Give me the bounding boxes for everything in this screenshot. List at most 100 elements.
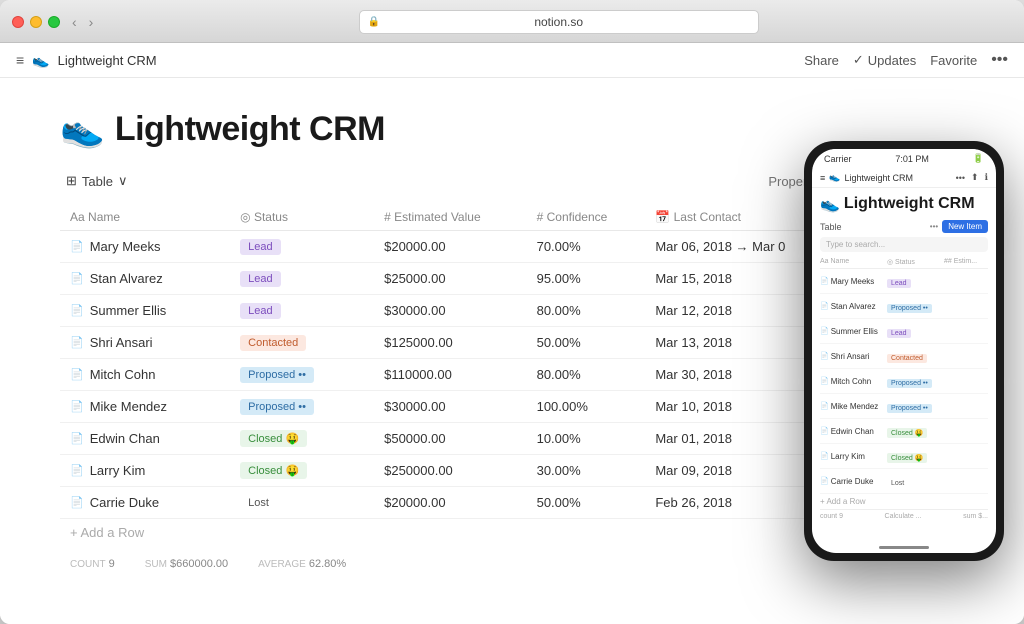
phone-status-badge: Lead [887, 279, 911, 288]
phone-row-name: 📄 Shri Ansari [820, 352, 885, 361]
phone-list-item[interactable]: 📄 Shri Ansari Contacted [820, 344, 988, 369]
phone-row-icon: 📄 [820, 352, 829, 360]
cell-confidence: 95.00% [527, 263, 646, 295]
phone-more-icon[interactable]: ••• [956, 173, 965, 183]
traffic-lights [12, 16, 60, 28]
phone-db-toolbar: Table ••• New Item [820, 220, 988, 233]
phone-db-more[interactable]: ••• [930, 222, 938, 231]
close-button[interactable] [12, 16, 24, 28]
cell-status: Closed 🤑 [230, 423, 374, 455]
count-stat: COUNT 9 [70, 558, 115, 570]
phone-row-name-text: Summer Ellis [831, 327, 878, 336]
col-header-name[interactable]: Aa Name [60, 204, 230, 231]
phone-list-item[interactable]: 📄 Mitch Cohn Proposed •• [820, 369, 988, 394]
phone-status-badge: Lead [887, 329, 911, 338]
status-badge: Proposed •• [240, 399, 314, 415]
cell-confidence: 70.00% [527, 231, 646, 263]
phone-row-status: Proposed •• [887, 297, 942, 315]
phone-col-name: Aa Name [820, 258, 885, 266]
name-value: Mike Mendez [90, 399, 167, 414]
phone-frame: Carrier 7:01 PM 🔋 ≡ 👟 Lightweight CRM ••… [804, 141, 1004, 561]
status-col-icon: ◎ [240, 210, 250, 224]
cell-status: Lead [230, 231, 374, 263]
cell-value: $250000.00 [374, 455, 526, 487]
col-header-status[interactable]: ◎ Status [230, 204, 374, 231]
favorite-button[interactable]: Favorite [930, 53, 977, 68]
updates-button[interactable]: Updates [853, 52, 916, 68]
more-button[interactable]: ••• [991, 51, 1008, 69]
phone-row-status: Lead [887, 322, 942, 340]
phone-status-badge: Lost [887, 479, 908, 488]
phone-row-icon: 📄 [820, 377, 829, 385]
phone-col-headers: Aa Name ◎ Status ## Estim... [820, 256, 988, 269]
share-button[interactable]: Share [804, 53, 839, 68]
sum-value: $660000.00 [170, 558, 228, 570]
browser-window: ‹ › notion.so ≡ 👟 Lightweight CRM Share … [0, 0, 1024, 624]
cell-confidence: 30.00% [527, 455, 646, 487]
menu-icon[interactable]: ≡ [16, 52, 24, 68]
cell-value: $30000.00 [374, 391, 526, 423]
phone-menu-icon[interactable]: ≡ [820, 173, 825, 183]
phone-status-badge: Proposed •• [887, 304, 932, 313]
phone-share-icon[interactable]: ⬆ [971, 172, 979, 183]
cell-value: $30000.00 [374, 295, 526, 327]
phone-row-icon: 📄 [820, 277, 829, 285]
cell-value: $125000.00 [374, 327, 526, 359]
forward-button[interactable]: › [85, 12, 98, 32]
back-button[interactable]: ‹ [68, 12, 81, 32]
phone-list-item[interactable]: 📄 Edwin Chan Closed 🤑 [820, 419, 988, 444]
address-bar[interactable]: notion.so [359, 10, 759, 34]
row-icon: 📄 [70, 240, 84, 253]
phone-list-item[interactable]: 📄 Carrie Duke Lost [820, 469, 988, 494]
phone-row-name-text: Carrie Duke [831, 477, 874, 486]
page-emoji-nav: 👟 [32, 52, 49, 69]
name-col-icon: Aa [70, 210, 85, 224]
phone-row-status: Closed 🤑 [887, 422, 942, 440]
phone-header-left: ≡ 👟 Lightweight CRM [820, 172, 913, 183]
phone-row-icon: 📄 [820, 402, 829, 410]
maximize-button[interactable] [48, 16, 60, 28]
phone-row-name: 📄 Larry Kim [820, 452, 885, 461]
phone-new-button[interactable]: New Item [942, 220, 988, 233]
phone-row-icon: 📄 [820, 452, 829, 460]
phone-carrier: Carrier [824, 154, 852, 164]
cell-confidence: 10.00% [527, 423, 646, 455]
cell-status: Lead [230, 263, 374, 295]
sum-stat: SUM $660000.00 [145, 558, 228, 570]
nav-buttons: ‹ › [68, 12, 97, 32]
name-value: Carrie Duke [90, 495, 159, 510]
phone-col-status: ◎ Status [887, 258, 942, 266]
phone-search[interactable]: Type to search... [820, 237, 988, 252]
phone-row-name-text: Larry Kim [831, 452, 865, 461]
phone-container: Carrier 7:01 PM 🔋 ≡ 👟 Lightweight CRM ••… [804, 78, 1004, 624]
minimize-button[interactable] [30, 16, 42, 28]
phone-list-item[interactable]: 📄 Stan Alvarez Proposed •• [820, 294, 988, 319]
phone-title-text: Lightweight CRM [844, 195, 975, 213]
phone-list-item[interactable]: 📄 Summer Ellis Lead [820, 319, 988, 344]
phone-list-item[interactable]: 📄 Larry Kim Closed 🤑 [820, 444, 988, 469]
table-view-button[interactable]: ⊞ Table ∨ [60, 170, 134, 192]
phone-info-icon[interactable]: ℹ [985, 172, 988, 183]
phone-row-name: 📄 Carrie Duke [820, 477, 885, 486]
phone-footer-sum: sum $... [963, 513, 988, 520]
cell-name: 📄 Shri Ansari [60, 327, 230, 359]
phone-list-item[interactable]: 📄 Mike Mendez Proposed •• [820, 394, 988, 419]
phone-status-badge: Proposed •• [887, 404, 932, 413]
cell-name: 📄 Edwin Chan [60, 423, 230, 455]
phone-row-status: Closed 🤑 [887, 447, 942, 465]
cell-confidence: 50.00% [527, 487, 646, 519]
notion-toolbar: ≡ 👟 Lightweight CRM Share Updates Favori… [0, 43, 1024, 78]
table-icon: ⊞ [66, 173, 77, 189]
cell-name: 📄 Summer Ellis [60, 295, 230, 327]
cell-status: Contacted [230, 327, 374, 359]
phone-add-row[interactable]: + Add a Row [820, 494, 988, 509]
col-header-confidence[interactable]: # Confidence [527, 204, 646, 231]
phone-row-name-text: Stan Alvarez [831, 302, 876, 311]
browser-chrome: ‹ › notion.so [0, 0, 1024, 43]
status-badge: Lost [240, 495, 277, 511]
col-header-value[interactable]: # Estimated Value [374, 204, 526, 231]
phone-list-item[interactable]: 📄 Mary Meeks Lead [820, 269, 988, 294]
cell-name: 📄 Mitch Cohn [60, 359, 230, 391]
phone-row-icon: 📄 [820, 302, 829, 310]
phone-row-name: 📄 Stan Alvarez [820, 302, 885, 311]
